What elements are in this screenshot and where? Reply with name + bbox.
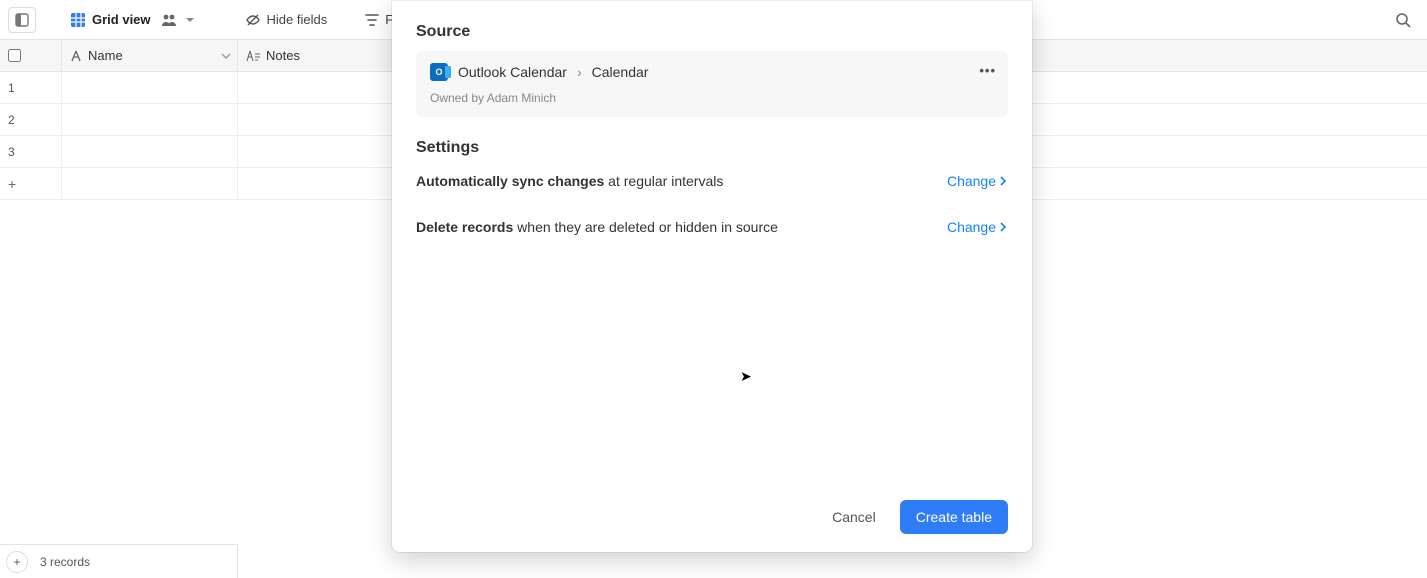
toggle-sidebar-button[interactable]: [8, 7, 36, 33]
setting-sync-bold: Automatically sync changes: [416, 173, 604, 189]
chevron-down-icon[interactable]: [221, 51, 231, 61]
row-number: 1: [0, 72, 62, 103]
more-icon: •••: [979, 63, 996, 78]
modal-footer: Cancel Create table: [392, 484, 1032, 552]
long-text-icon: [246, 50, 260, 62]
row-number: 2: [0, 104, 62, 135]
chevron-down-icon: [185, 15, 195, 25]
column-header-name[interactable]: Name: [62, 40, 238, 71]
chevron-right-icon: [998, 219, 1008, 235]
source-item-label: Calendar: [592, 64, 649, 80]
search-button[interactable]: [1387, 7, 1419, 33]
people-icon: [161, 13, 177, 27]
hide-fields-label: Hide fields: [267, 12, 328, 27]
change-delete-button[interactable]: Change: [947, 219, 1008, 235]
setting-sync-rest: at regular intervals: [604, 173, 723, 189]
source-card: O Outlook Calendar › Calendar Owned by A…: [416, 51, 1008, 117]
source-app-label: Outlook Calendar: [458, 64, 567, 80]
grid-icon: [70, 12, 86, 28]
chevron-right-icon: [998, 173, 1008, 189]
filter-icon: [365, 13, 379, 27]
cell[interactable]: [62, 104, 238, 135]
select-all-cell[interactable]: [0, 40, 62, 71]
text-field-icon: [70, 50, 82, 62]
plus-icon: +: [0, 168, 62, 199]
source-breadcrumb: O Outlook Calendar › Calendar: [430, 63, 994, 81]
select-all-checkbox[interactable]: [8, 49, 21, 62]
grid-footer: + 3 records: [0, 544, 238, 578]
view-switcher[interactable]: Grid view: [62, 7, 203, 33]
column-notes-label: Notes: [266, 48, 300, 63]
cell[interactable]: [62, 72, 238, 103]
add-record-button[interactable]: +: [6, 551, 28, 573]
hide-fields-button[interactable]: Hide fields: [237, 7, 336, 32]
column-name-label: Name: [88, 48, 123, 63]
setting-delete-row: Delete records when they are deleted or …: [416, 219, 1008, 235]
eye-off-icon: [245, 13, 261, 27]
change-sync-button[interactable]: Change: [947, 173, 1008, 189]
panel-icon: [15, 13, 29, 27]
search-icon: [1395, 12, 1411, 28]
record-count: 3 records: [40, 555, 90, 569]
cancel-button[interactable]: Cancel: [826, 501, 882, 533]
setting-delete-bold: Delete records: [416, 219, 513, 235]
plus-icon: +: [13, 555, 20, 569]
setting-delete-rest: when they are deleted or hidden in sourc…: [513, 219, 778, 235]
view-name-label: Grid view: [92, 12, 151, 27]
outlook-icon: O: [430, 63, 448, 81]
source-owner: Owned by Adam Minich: [430, 91, 994, 105]
source-menu-button[interactable]: •••: [979, 63, 996, 78]
settings-section-title: Settings: [416, 139, 1008, 157]
source-section-title: Source: [416, 23, 1008, 41]
create-sync-modal: Source O Outlook Calendar › Calendar Own…: [392, 0, 1032, 552]
cell[interactable]: [62, 136, 238, 167]
row-number: 3: [0, 136, 62, 167]
modal-body: Source O Outlook Calendar › Calendar Own…: [392, 0, 1032, 484]
create-table-button[interactable]: Create table: [900, 500, 1008, 534]
chevron-right-icon: ›: [577, 64, 582, 80]
setting-sync-row: Automatically sync changes at regular in…: [416, 173, 1008, 189]
